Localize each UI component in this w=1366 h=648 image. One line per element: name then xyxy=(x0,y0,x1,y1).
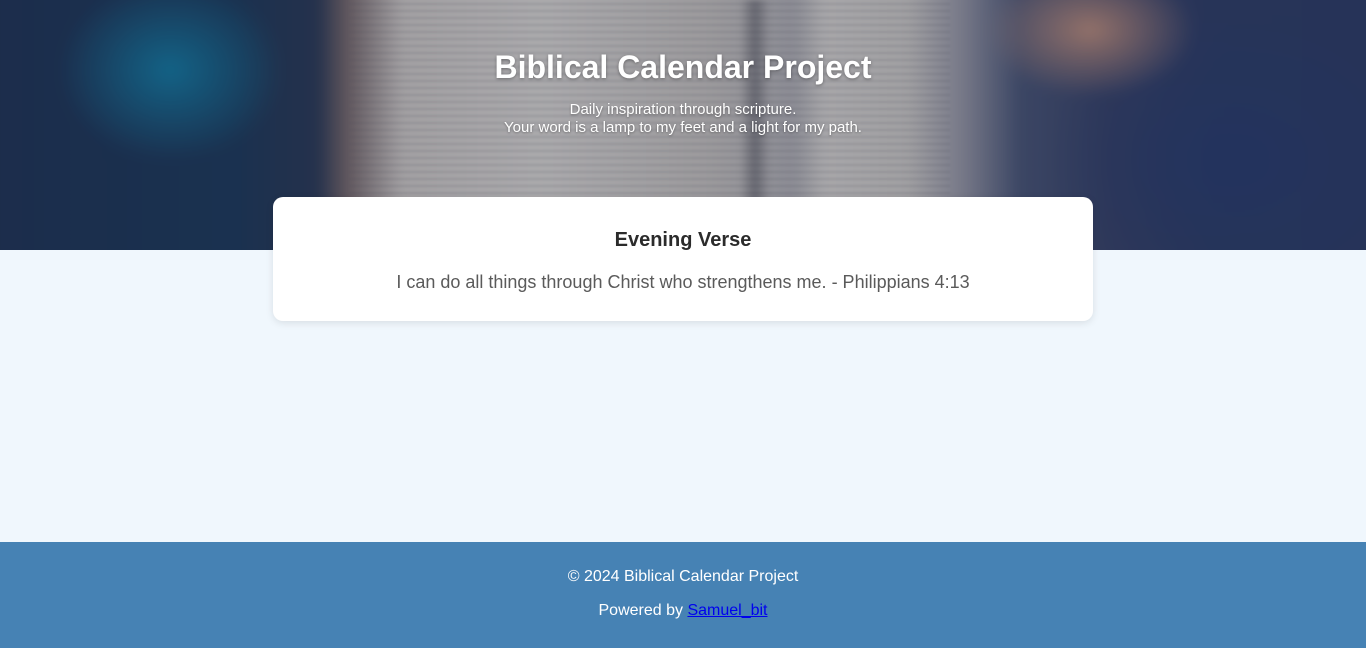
footer-powered-by: Powered by Samuel_bit xyxy=(0,601,1366,621)
footer-copyright: © 2024 Biblical Calendar Project xyxy=(567,568,799,585)
author-link[interactable]: Samuel_bit xyxy=(687,602,767,619)
footer: © 2024 Biblical Calendar Project Powered… xyxy=(0,542,1366,648)
hero-content: Biblical Calendar Project Daily inspirat… xyxy=(0,48,1366,137)
hero-subtitle-line2: Your word is a lamp to my feet and a lig… xyxy=(504,119,862,136)
hero-subtitle-line1: Daily inspiration through scripture. xyxy=(569,101,797,118)
page-title: Biblical Calendar Project xyxy=(494,49,872,85)
powered-by-label: Powered by xyxy=(598,602,684,619)
verse-card-title: Evening Verse xyxy=(614,229,752,251)
verse-text: I can do all things through Christ who s… xyxy=(396,272,970,292)
verse-card: Evening Verse I can do all things throug… xyxy=(273,197,1093,321)
hero-subtitle: Daily inspiration through scripture. You… xyxy=(0,101,1366,137)
